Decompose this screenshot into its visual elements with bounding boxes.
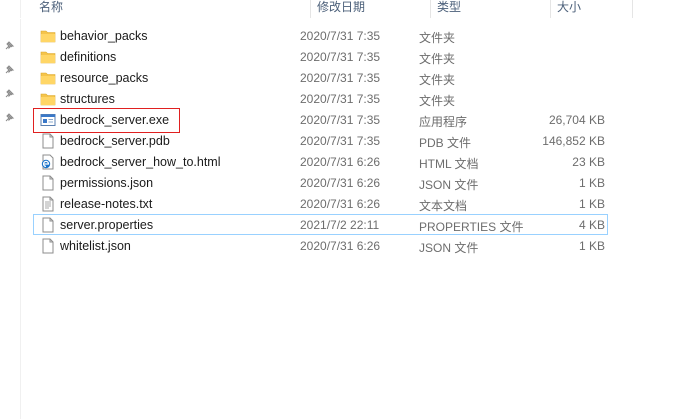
file-type: PROPERTIES 文件 (419, 220, 524, 234)
folder-icon (40, 49, 56, 65)
file-date: 2020/7/31 6:26 (300, 239, 381, 253)
column-header-name[interactable]: 名称 (33, 0, 311, 18)
file-row[interactable]: bedrock_server.pdb 2020/7/31 7:35 PDB 文件… (33, 130, 608, 151)
file-icon (40, 175, 56, 191)
edge-html-icon (40, 154, 56, 170)
file-size: 26,704 KB (548, 113, 605, 127)
file-name: bedrock_server.exe (60, 113, 170, 127)
file-row[interactable]: resource_packs 2020/7/31 7:35 文件夹 (33, 67, 608, 88)
file-size: 23 KB (572, 155, 605, 169)
column-header-type[interactable]: 类型 (431, 0, 551, 18)
file-date: 2021/7/2 22:11 (300, 218, 380, 232)
file-name: server.properties (60, 218, 154, 232)
file-type: HTML 文档 (419, 157, 479, 171)
pin-icon[interactable] (3, 88, 15, 100)
column-header-size[interactable]: 大小 (551, 0, 633, 18)
file-name: bedrock_server_how_to.html (60, 155, 221, 169)
file-date: 2020/7/31 7:35 (300, 50, 381, 64)
file-row-selected[interactable]: server.properties 2021/7/2 22:11 PROPERT… (33, 214, 608, 235)
file-name: behavior_packs (60, 29, 148, 43)
file-size: 1 KB (578, 197, 605, 211)
file-row[interactable]: structures 2020/7/31 7:35 文件夹 (33, 88, 608, 109)
file-date: 2020/7/31 7:35 (300, 29, 381, 43)
file-name: permissions.json (60, 176, 154, 190)
file-row[interactable]: bedrock_server.exe 2020/7/31 7:35 应用程序 2… (33, 109, 608, 130)
file-type: 文本文档 (419, 199, 468, 213)
file-icon (40, 238, 56, 254)
file-name: resource_packs (60, 71, 149, 85)
file-type: JSON 文件 (419, 178, 479, 192)
file-row[interactable]: release-notes.txt 2020/7/31 6:26 文本文档 1 … (33, 193, 608, 214)
column-header-bar: 名称 修改日期 类型 大小 (20, 0, 675, 19)
file-date: 2020/7/31 6:26 (300, 155, 381, 169)
file-name: definitions (60, 50, 117, 64)
file-icon (40, 133, 56, 149)
navigation-pane (0, 0, 21, 419)
pin-icon[interactable] (3, 40, 15, 52)
file-type: 文件夹 (419, 31, 456, 45)
file-name: whitelist.json (60, 239, 131, 253)
file-type: 文件夹 (419, 52, 456, 66)
file-date: 2020/7/31 6:26 (300, 176, 381, 190)
folder-icon (40, 28, 56, 44)
file-type: JSON 文件 (419, 241, 479, 255)
file-size: 1 KB (578, 176, 605, 190)
file-date: 2020/7/31 7:35 (300, 92, 381, 106)
file-name: structures (60, 92, 115, 106)
file-type: 应用程序 (419, 115, 468, 129)
file-icon (40, 217, 56, 233)
file-row[interactable]: permissions.json 2020/7/31 6:26 JSON 文件 … (33, 172, 608, 193)
file-type: 文件夹 (419, 73, 456, 87)
file-row[interactable]: behavior_packs 2020/7/31 7:35 文件夹 (33, 25, 608, 46)
file-size: 4 KB (578, 218, 605, 232)
file-date: 2020/7/31 6:26 (300, 197, 381, 211)
file-size: 1 KB (578, 239, 605, 253)
file-type: 文件夹 (419, 94, 456, 108)
text-file-icon (40, 196, 56, 212)
file-name: release-notes.txt (60, 197, 153, 211)
file-name: bedrock_server.pdb (60, 134, 170, 148)
pin-icon[interactable] (3, 64, 15, 76)
folder-icon (40, 91, 56, 107)
file-date: 2020/7/31 7:35 (300, 113, 381, 127)
file-row[interactable]: whitelist.json 2020/7/31 6:26 JSON 文件 1 … (33, 235, 608, 256)
file-row[interactable]: definitions 2020/7/31 7:35 文件夹 (33, 46, 608, 67)
folder-icon (40, 70, 56, 86)
file-row[interactable]: bedrock_server_how_to.html 2020/7/31 6:2… (33, 151, 608, 172)
file-type: PDB 文件 (419, 136, 472, 150)
file-size: 146,852 KB (542, 134, 605, 148)
file-date: 2020/7/31 7:35 (300, 134, 381, 148)
file-date: 2020/7/31 7:35 (300, 71, 381, 85)
column-header-date-modified[interactable]: 修改日期 (311, 0, 431, 18)
exe-icon (40, 112, 56, 128)
pin-icon[interactable] (3, 112, 15, 124)
